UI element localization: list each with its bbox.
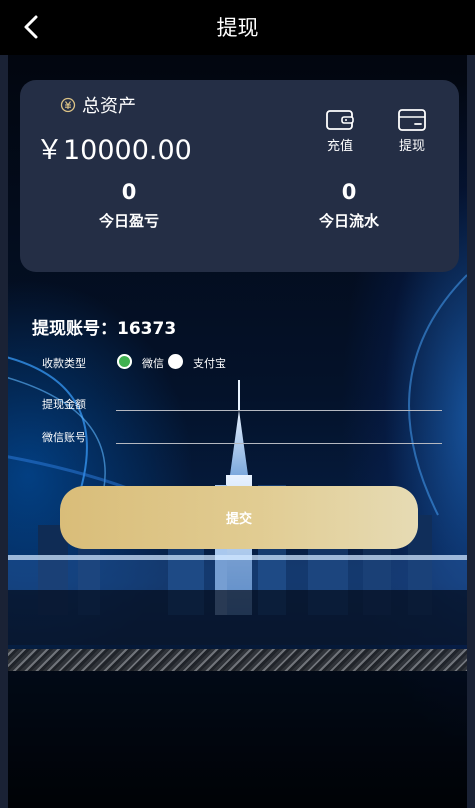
wechat-account-input[interactable] [116, 421, 442, 444]
total-assets-label: 总资产 [82, 96, 136, 117]
asset-card: 总资产 ￥10000.00 充值 提现 0 今日盈亏 0 今日流水 [20, 80, 459, 272]
today-turnover-value: 0 [341, 180, 357, 204]
today-turnover-label: 今日流水 [318, 212, 379, 230]
wallet-icon [326, 110, 354, 130]
recharge-button[interactable]: 充值 [317, 108, 363, 154]
today-profit-stat: 0 今日盈亏 [69, 180, 189, 231]
radio-wechat-label: 微信 [142, 357, 164, 370]
radio-alipay[interactable] [168, 354, 183, 369]
withdraw-account: 提现账号：16373 [32, 319, 177, 339]
amount-label: 提现金额 [42, 398, 86, 411]
today-turnover-stat: 0 今日流水 [289, 180, 409, 231]
amount-input[interactable] [116, 388, 442, 411]
card-icon [398, 109, 426, 131]
withdraw-label: 提现 [398, 139, 425, 154]
radio-wechat[interactable] [117, 354, 132, 369]
payment-type-label: 收款类型 [42, 357, 86, 370]
today-profit-label: 今日盈亏 [98, 212, 159, 230]
asset-label-row: 总资产 [60, 92, 136, 118]
submit-button[interactable]: 提交 [60, 486, 418, 549]
today-profit-value: 0 [121, 180, 137, 204]
page-title: 提现 [216, 16, 259, 40]
right-edge [467, 55, 475, 808]
header-bar: 提现 [0, 0, 475, 55]
balance-value: ￥10000.00 [36, 135, 192, 166]
wechat-account-label: 微信账号 [42, 431, 86, 444]
coin-icon [60, 97, 76, 113]
radio-alipay-label: 支付宝 [193, 357, 226, 370]
withdraw-button[interactable]: 提现 [389, 108, 435, 154]
left-edge [0, 55, 8, 808]
recharge-label: 充值 [326, 139, 353, 154]
